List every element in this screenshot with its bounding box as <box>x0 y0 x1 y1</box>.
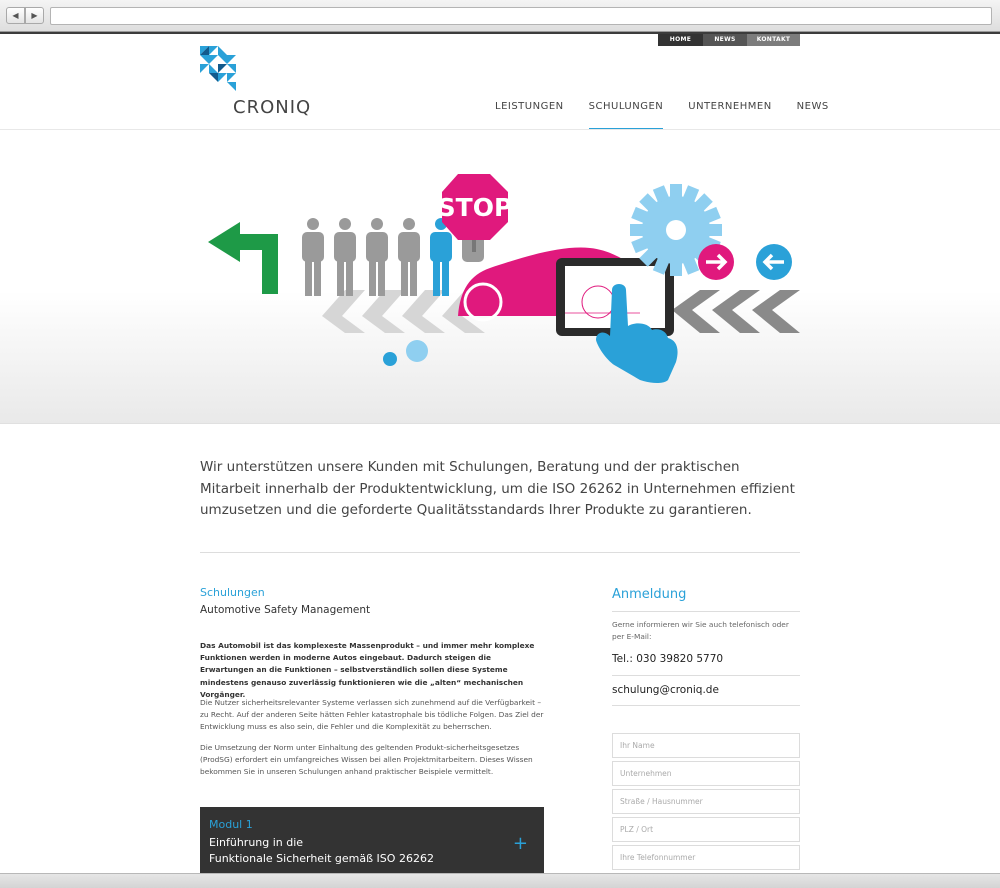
paragraph-3: Die Umsetzung der Norm unter Einhaltung … <box>200 743 533 777</box>
bubble-small-icon <box>383 352 397 366</box>
module-label: Modul 1 <box>209 818 253 831</box>
phone-number: Tel.: 030 39820 5770 <box>612 653 724 665</box>
nav-item-news[interactable]: NEWS <box>797 101 829 112</box>
paragraph-1: Das Automobil ist das komplexeste Massen… <box>200 641 535 699</box>
phone-field[interactable] <box>612 845 800 870</box>
utility-nav-kontakt[interactable]: KONTAKT <box>747 34 800 46</box>
croniq-logo-icon[interactable] <box>200 46 240 94</box>
forward-arrow-icon: ▶ <box>31 11 38 20</box>
utility-nav: HOME NEWS KONTAKT <box>658 34 800 46</box>
forward-button[interactable]: ▶ <box>25 7 44 24</box>
bubble-large-icon <box>406 340 428 362</box>
email-link[interactable]: schulung@croniq.de <box>612 684 719 696</box>
street-field[interactable] <box>612 789 800 814</box>
city-field[interactable] <box>612 817 800 842</box>
registration-divider <box>612 611 800 612</box>
email-divider <box>612 705 800 706</box>
blue-person-icon <box>430 218 452 296</box>
brand-name[interactable]: CRONIQ <box>233 97 311 118</box>
toolbar-divider <box>0 32 1000 34</box>
hero-banner: STOP <box>0 130 1000 424</box>
intro-text: Wir unterstützen unsere Kunden mit Schul… <box>200 459 795 518</box>
registration-note: Gerne informieren wir Sie auch telefonis… <box>612 620 789 641</box>
browser-status-bar <box>0 873 1000 888</box>
section-title: Schulungen <box>200 586 265 599</box>
chevrons-right-dark-icon <box>672 290 800 333</box>
nav-item-leistungen[interactable]: LEISTUNGEN <box>495 101 564 112</box>
name-field[interactable] <box>612 733 800 758</box>
stop-sign-text: STOP <box>438 193 513 222</box>
expand-plus-icon[interactable]: + <box>513 833 528 854</box>
browser-toolbar: ◀ ▶ <box>0 0 1000 32</box>
paragraph-2: Die Nutzer sicherheitsrelevanter Systeme… <box>200 698 544 732</box>
nav-item-schulungen[interactable]: SCHULUNGEN <box>588 101 664 130</box>
main-nav: LEISTUNGEN SCHULUNGEN UNTERNEHMEN NEWS <box>495 101 854 130</box>
arrow-left-circle-icon <box>756 244 792 280</box>
module-title-line-2: Funktionale Sicherheit gemäß ISO 26262 <box>209 852 434 865</box>
section-subtitle: Automotive Safety Management <box>200 604 371 616</box>
address-bar[interactable] <box>50 7 992 25</box>
turn-arrow-icon <box>208 222 278 294</box>
module-title: Einführung in die Funktionale Sicherheit… <box>209 835 479 867</box>
module-1-accordion[interactable]: Modul 1 Einführung in die Funktionale Si… <box>200 807 544 873</box>
phone-divider <box>612 675 800 676</box>
back-button[interactable]: ◀ <box>6 7 25 24</box>
module-title-line-1: Einführung in die <box>209 836 304 849</box>
hero-illustration: STOP <box>208 174 800 383</box>
nav-item-unternehmen[interactable]: UNTERNEHMEN <box>688 101 771 112</box>
intro-divider <box>200 552 800 553</box>
company-field[interactable] <box>612 761 800 786</box>
registration-title: Anmeldung <box>612 587 687 602</box>
utility-nav-home[interactable]: HOME <box>658 34 703 46</box>
back-arrow-icon: ◀ <box>12 11 19 20</box>
utility-nav-news[interactable]: NEWS <box>703 34 747 46</box>
arrow-right-circle-icon <box>698 244 734 280</box>
